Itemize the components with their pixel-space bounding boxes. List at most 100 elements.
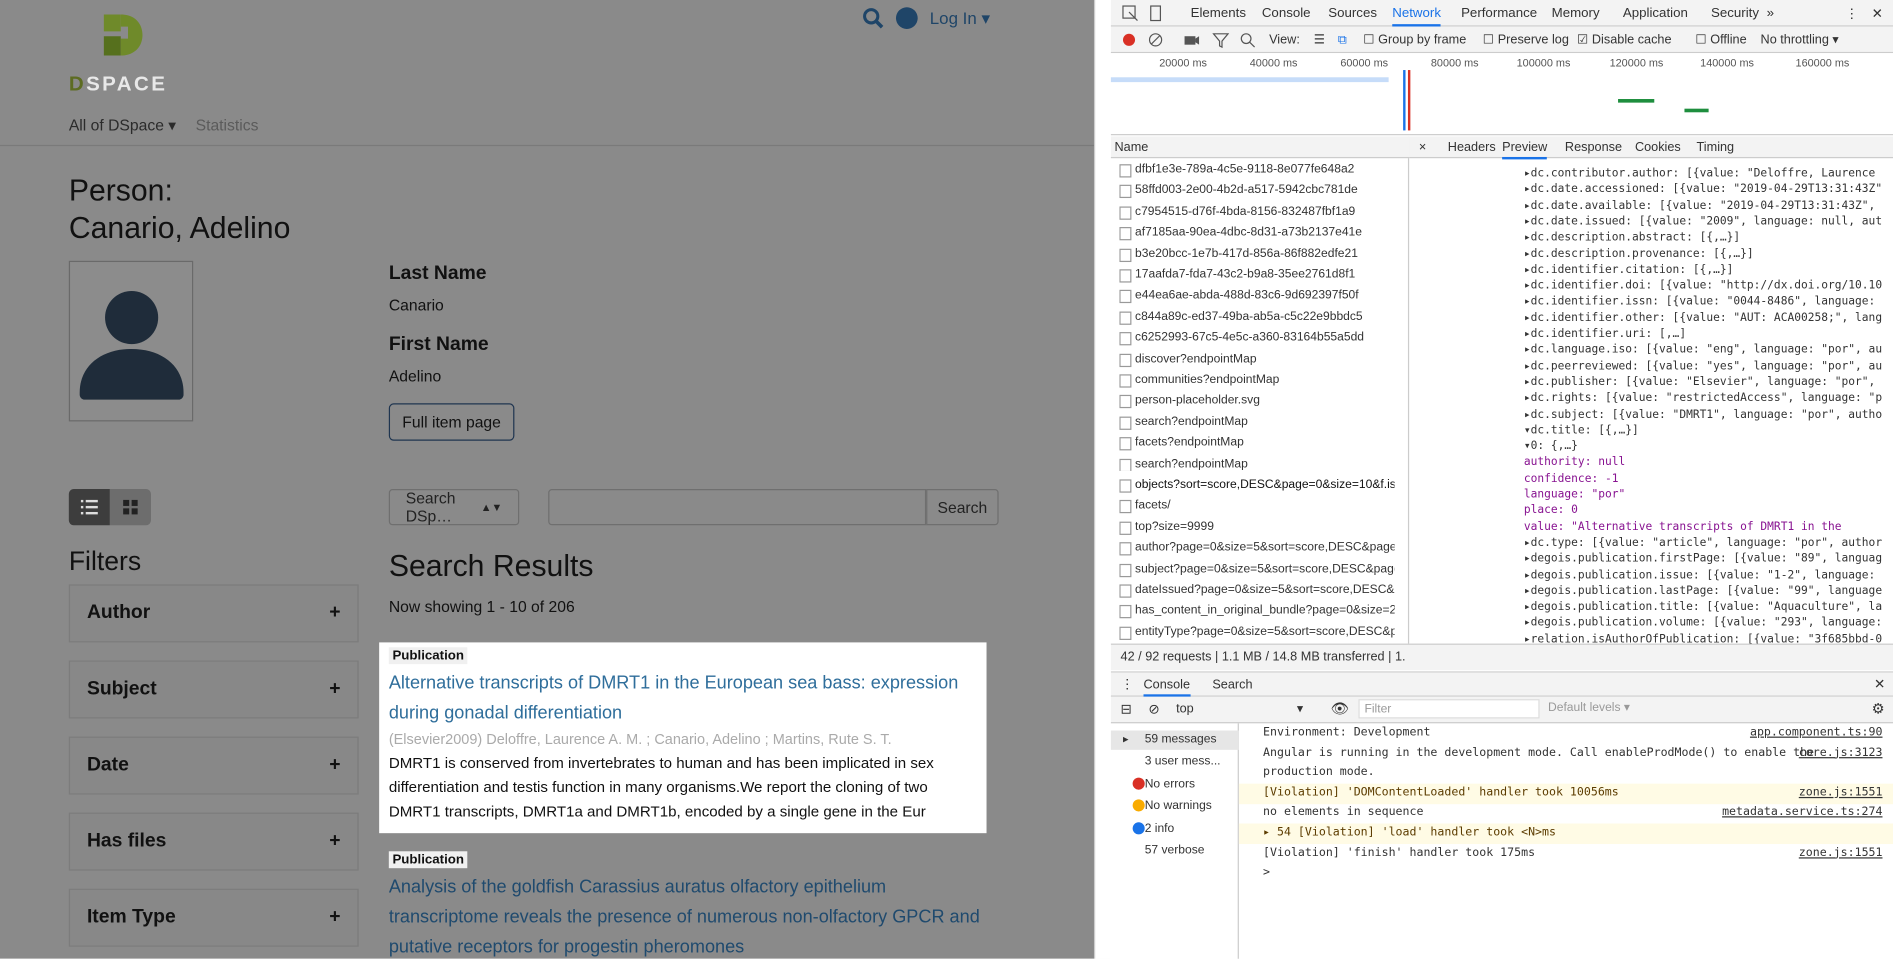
record-icon[interactable] bbox=[1121, 31, 1138, 48]
json-tree-line[interactable]: ▸dc.description.provenance: [{,…}] bbox=[1524, 246, 1893, 262]
more-tabs[interactable]: » bbox=[1767, 6, 1774, 20]
close-detail-icon[interactable]: × bbox=[1419, 140, 1426, 154]
json-tree-line[interactable]: ▸degois.publication.title: [{value: "Aqu… bbox=[1524, 599, 1893, 615]
json-tree-line[interactable]: ▸dc.subject: [{value: "DMRT1", language:… bbox=[1524, 406, 1893, 422]
json-tree-line[interactable]: ▸dc.description.abstract: [{,…}] bbox=[1524, 230, 1893, 246]
json-tree-line[interactable]: ▸dc.identifier.uri: [,…] bbox=[1524, 326, 1893, 342]
facet-has-files[interactable]: Has files + bbox=[68, 812, 359, 871]
tab-memory[interactable]: Memory bbox=[1552, 6, 1600, 20]
eye-icon[interactable]: 👁 bbox=[1331, 700, 1349, 717]
preserve-log-checkbox[interactable]: ☐ Preserve log bbox=[1483, 33, 1569, 47]
json-tree-line[interactable]: ▸degois.publication.issue: [{value: "1-2… bbox=[1524, 567, 1893, 583]
login-link[interactable]: Log In ▾ bbox=[930, 8, 990, 29]
close-devtools-icon[interactable]: ✕ bbox=[1872, 6, 1883, 21]
gear-icon[interactable]: ⚙ bbox=[1872, 700, 1885, 717]
tab-cookies[interactable]: Cookies bbox=[1635, 140, 1681, 154]
network-request-row[interactable]: discover?endpointMap bbox=[1119, 348, 1394, 369]
grid-view-button[interactable] bbox=[109, 489, 151, 526]
capture-screenshots-icon[interactable] bbox=[1183, 31, 1200, 48]
nav-all-dspace[interactable]: All of DSpace ▾ bbox=[69, 116, 176, 135]
filter-icon[interactable] bbox=[1212, 31, 1230, 49]
network-request-row[interactable]: objects?sort=score,DESC&page=0&size=10&f… bbox=[1115, 470, 1399, 499]
drawer-tab-console[interactable]: Console bbox=[1143, 677, 1191, 697]
network-request-row[interactable]: 58ffd003-2e00-4b2d-a517-5942cbc781de bbox=[1119, 180, 1394, 201]
json-tree-line[interactable]: confidence: -1 bbox=[1524, 471, 1893, 487]
tab-network[interactable]: Network bbox=[1392, 6, 1441, 27]
sidebar-warnings[interactable]: No warnings bbox=[1145, 799, 1212, 812]
json-tree-line[interactable]: ▸dc.identifier.other: [{value: "AUT: ACA… bbox=[1524, 310, 1893, 326]
device-toolbar-icon[interactable] bbox=[1147, 5, 1164, 22]
tab-timing[interactable]: Timing bbox=[1697, 140, 1735, 154]
json-tree-line[interactable]: ▸dc.identifier.doi: [{value: "http://dx.… bbox=[1524, 278, 1893, 294]
sidebar-messages[interactable]: 59 messages bbox=[1145, 733, 1217, 746]
network-request-row[interactable]: search?endpointMap bbox=[1119, 454, 1394, 475]
json-tree-line[interactable]: ▸dc.rights: [{value: "restrictedAccess",… bbox=[1524, 390, 1893, 406]
kebab-menu-icon[interactable]: ⋮ bbox=[1845, 6, 1858, 21]
sidebar-info[interactable]: 2 info bbox=[1145, 822, 1175, 835]
disable-cache-checkbox[interactable]: ☑ Disable cache bbox=[1577, 33, 1672, 47]
group-by-frame-checkbox[interactable]: ☐ Group by frame bbox=[1363, 33, 1466, 47]
json-tree-line[interactable]: ▸dc.peerreviewed: [{value: "yes", langua… bbox=[1524, 358, 1893, 374]
network-request-row[interactable]: facets/ bbox=[1119, 496, 1394, 517]
json-tree-line[interactable]: ▸dc.contributor.author: [{value: "Deloff… bbox=[1524, 165, 1893, 181]
search-input[interactable] bbox=[548, 489, 927, 526]
sidebar-errors[interactable]: No errors bbox=[1145, 778, 1195, 791]
offline-checkbox[interactable]: ☐ Offline bbox=[1695, 33, 1746, 47]
search-icon[interactable] bbox=[862, 7, 884, 29]
json-tree-line[interactable]: ▸dc.identifier.citation: [{,…}] bbox=[1524, 262, 1893, 278]
network-request-row[interactable]: entityType?page=0&size=5&sort=score,DESC… bbox=[1119, 622, 1395, 643]
list-icon[interactable]: ☰ bbox=[1314, 33, 1325, 47]
console-source-link[interactable]: core.js:3123 bbox=[1799, 746, 1883, 759]
search-button[interactable]: Search bbox=[926, 489, 999, 526]
result-title-link[interactable]: Alternative transcripts of DMRT1 in the … bbox=[389, 668, 981, 728]
console-filter-input[interactable]: Filter bbox=[1358, 699, 1540, 719]
drawer-tab-search[interactable]: Search bbox=[1212, 677, 1252, 691]
network-request-row[interactable]: c6252993-67c5-4e5c-a360-83164b55a5dd bbox=[1119, 327, 1394, 348]
network-request-row[interactable]: c844a89c-ed37-49ba-ab5a-c5c22e9bbdc5 bbox=[1119, 306, 1394, 327]
json-tree-line[interactable]: authority: null bbox=[1524, 454, 1893, 470]
tab-console[interactable]: Console bbox=[1262, 6, 1311, 20]
facet-date[interactable]: Date + bbox=[68, 736, 359, 795]
nav-statistics[interactable]: Statistics bbox=[196, 116, 259, 134]
network-request-row[interactable]: 17aafda7-fda7-43c2-b9a8-35ee2761d8f1 bbox=[1119, 264, 1394, 285]
network-request-row[interactable]: subject?page=0&size=5&sort=score,DESC&pa… bbox=[1119, 559, 1395, 580]
tab-preview[interactable]: Preview bbox=[1502, 140, 1548, 160]
waterfall-icon[interactable]: ⧉ bbox=[1338, 33, 1347, 49]
json-tree-line[interactable]: ▾0: {,…} bbox=[1524, 438, 1893, 454]
drawer-menu-icon[interactable]: ⋮ bbox=[1121, 676, 1134, 691]
list-view-button[interactable] bbox=[68, 489, 110, 526]
json-tree-line[interactable]: ▸degois.publication.lastPage: [{value: "… bbox=[1524, 583, 1893, 599]
json-tree-line[interactable]: ▸degois.publication.volume: [{value: "29… bbox=[1524, 615, 1893, 631]
tab-response[interactable]: Response bbox=[1565, 140, 1622, 154]
log-levels-select[interactable]: Default levels ▾ bbox=[1548, 702, 1630, 715]
json-tree-line[interactable]: value: "Alternative transcripts of DMRT1… bbox=[1524, 519, 1893, 535]
console-source-link[interactable]: zone.js:1551 bbox=[1799, 846, 1883, 859]
network-request-row[interactable]: top?size=9999 bbox=[1119, 517, 1394, 538]
facet-author[interactable]: Author + bbox=[68, 584, 359, 643]
name-column-header[interactable]: Name bbox=[1110, 136, 1410, 159]
json-tree-line[interactable]: ▸dc.type: [{value: "article", language: … bbox=[1524, 535, 1893, 551]
json-tree-line[interactable]: ▸degois.publication.firstPage: [{value: … bbox=[1524, 551, 1893, 567]
close-drawer-icon[interactable]: ✕ bbox=[1874, 676, 1885, 691]
network-request-row[interactable]: c7954515-d76f-4bda-8156-832487fbf1a9 bbox=[1119, 201, 1394, 222]
console-source-link[interactable]: zone.js:1551 bbox=[1799, 786, 1883, 799]
network-request-row[interactable]: has_content_in_original_bundle?page=0&si… bbox=[1119, 601, 1395, 622]
context-select[interactable]: top ▾ bbox=[1176, 702, 1321, 716]
network-request-row[interactable]: author?page=0&size=5&sort=score,DESC&pag… bbox=[1119, 538, 1395, 559]
throttling-select[interactable]: No throttling ▾ bbox=[1761, 33, 1839, 47]
facet-subject[interactable]: Subject + bbox=[68, 660, 359, 719]
tab-application[interactable]: Application bbox=[1623, 6, 1688, 20]
inspect-icon[interactable] bbox=[1122, 5, 1139, 22]
tab-elements[interactable]: Elements bbox=[1191, 6, 1246, 20]
sidebar-user-messages[interactable]: 3 user mess... bbox=[1145, 755, 1221, 768]
dspace-logo[interactable]: DSPACE bbox=[69, 10, 184, 95]
tab-headers[interactable]: Headers bbox=[1448, 140, 1496, 154]
json-tree-line[interactable]: language: "por" bbox=[1524, 487, 1893, 503]
network-request-row[interactable]: af7185aa-90ea-4dbc-8d31-a73b2137e41e bbox=[1119, 222, 1394, 243]
network-request-row[interactable]: b3e20bcc-1e7b-417d-856a-86f882edfe21 bbox=[1119, 243, 1394, 264]
tab-security[interactable]: Security bbox=[1711, 6, 1759, 20]
json-tree-line[interactable]: ▸dc.identifier.issn: [{value: "0044-8486… bbox=[1524, 294, 1893, 310]
network-request-row[interactable]: dateIssued?page=0&size=5&sort=score,DESC… bbox=[1119, 580, 1395, 601]
clear-icon[interactable] bbox=[1147, 31, 1164, 48]
network-request-row[interactable]: communities?endpointMap bbox=[1119, 369, 1394, 390]
